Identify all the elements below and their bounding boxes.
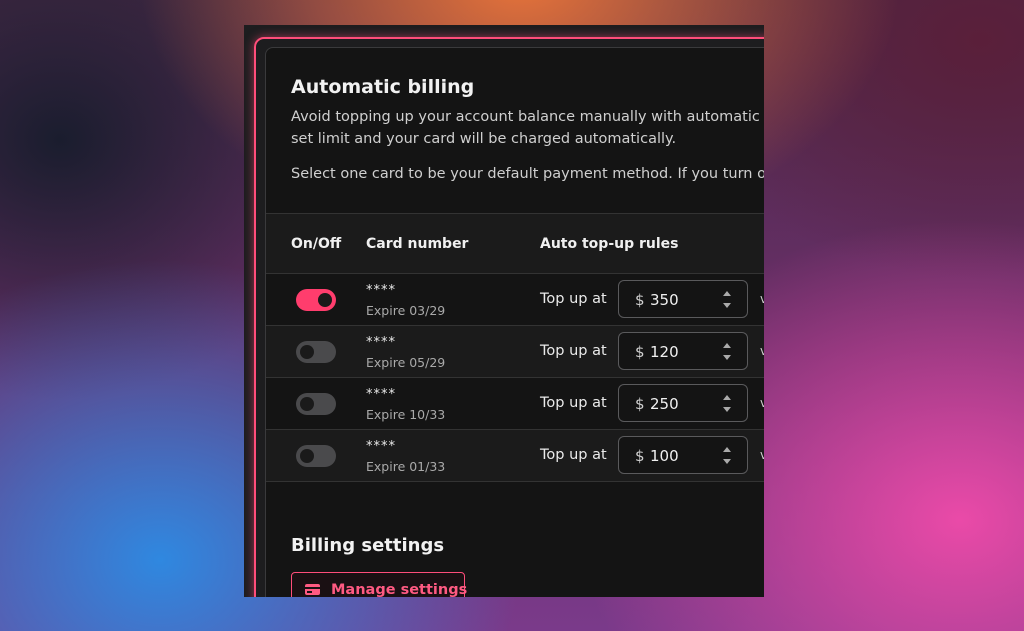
- header-on-off: On/Off: [291, 236, 342, 252]
- chevron-down-icon[interactable]: v: [760, 448, 764, 462]
- currency-symbol: $: [635, 291, 645, 309]
- increment-arrow-icon[interactable]: [723, 291, 731, 296]
- decrement-arrow-icon[interactable]: [723, 407, 731, 412]
- billing-settings-title: Billing settings: [291, 535, 445, 556]
- amount-value: 350: [650, 291, 679, 309]
- decrement-arrow-icon[interactable]: [723, 355, 731, 360]
- toggle-knob: [300, 397, 314, 411]
- currency-symbol: $: [635, 447, 645, 465]
- card-toggle[interactable]: [296, 393, 336, 415]
- table-row: **** Expire 03/29 Top up at $350 v: [266, 274, 764, 326]
- currency-symbol: $: [635, 343, 645, 361]
- chevron-down-icon[interactable]: v: [760, 344, 764, 358]
- cards-table: On/Off Card number Auto top-up rules ***…: [266, 213, 764, 482]
- manage-settings-label: Manage settings: [331, 582, 468, 597]
- top-up-rule-label: Top up at: [540, 291, 607, 307]
- toggle-knob: [300, 449, 314, 463]
- header-card-number: Card number: [366, 236, 469, 252]
- toggle-knob: [300, 345, 314, 359]
- top-up-amount-input[interactable]: $350: [618, 280, 748, 318]
- manage-settings-button[interactable]: Manage settings: [291, 572, 468, 597]
- billing-card: Automatic billing Avoid topping up your …: [265, 47, 764, 597]
- table-body: **** Expire 03/29 Top up at $350 v **** Expire…: [266, 274, 764, 482]
- card-expiry: Expire 01/33: [366, 459, 446, 474]
- increment-arrow-icon[interactable]: [723, 343, 731, 348]
- card-toggle[interactable]: [296, 289, 336, 311]
- decrement-arrow-icon[interactable]: [723, 303, 731, 308]
- top-up-rule-label: Top up at: [540, 395, 607, 411]
- table-row: **** Expire 01/33 Top up at $100 v: [266, 430, 764, 482]
- credit-card-icon: [305, 584, 320, 595]
- table-row: **** Expire 05/29 Top up at $120 v: [266, 326, 764, 378]
- automatic-billing-description: Avoid topping up your account balance ma…: [291, 106, 764, 150]
- top-up-rule-label: Top up at: [540, 343, 607, 359]
- billing-window: Automatic billing Avoid topping up your …: [244, 25, 764, 597]
- top-up-amount-input[interactable]: $120: [618, 332, 748, 370]
- top-up-amount-input[interactable]: $100: [618, 436, 748, 474]
- default-card-note: Select one card to be your default payme…: [291, 166, 764, 182]
- top-up-rule-label: Top up at: [540, 447, 607, 463]
- header-auto-top-up-rules: Auto top-up rules: [540, 236, 679, 252]
- automatic-billing-title: Automatic billing: [291, 76, 475, 98]
- card-expiry: Expire 05/29: [366, 355, 446, 370]
- table-header: On/Off Card number Auto top-up rules: [266, 214, 764, 274]
- card-toggle[interactable]: [296, 445, 336, 467]
- chevron-down-icon[interactable]: v: [760, 292, 764, 306]
- description-line-2: set limit and your card will be charged …: [291, 131, 677, 147]
- top-up-amount-input[interactable]: $250: [618, 384, 748, 422]
- amount-value: 100: [650, 447, 679, 465]
- currency-symbol: $: [635, 395, 645, 413]
- toggle-knob: [318, 293, 332, 307]
- card-number: ****: [366, 283, 396, 298]
- amount-value: 120: [650, 343, 679, 361]
- card-number: ****: [366, 335, 396, 350]
- description-line-1: Avoid topping up your account balance ma…: [291, 109, 764, 125]
- amount-value: 250: [650, 395, 679, 413]
- increment-arrow-icon[interactable]: [723, 447, 731, 452]
- card-number: ****: [366, 439, 396, 454]
- card-expiry: Expire 10/33: [366, 407, 446, 422]
- card-number: ****: [366, 387, 396, 402]
- decrement-arrow-icon[interactable]: [723, 459, 731, 464]
- table-row: **** Expire 10/33 Top up at $250 v: [266, 378, 764, 430]
- chevron-down-icon[interactable]: v: [760, 396, 764, 410]
- card-toggle[interactable]: [296, 341, 336, 363]
- increment-arrow-icon[interactable]: [723, 395, 731, 400]
- card-expiry: Expire 03/29: [366, 303, 446, 318]
